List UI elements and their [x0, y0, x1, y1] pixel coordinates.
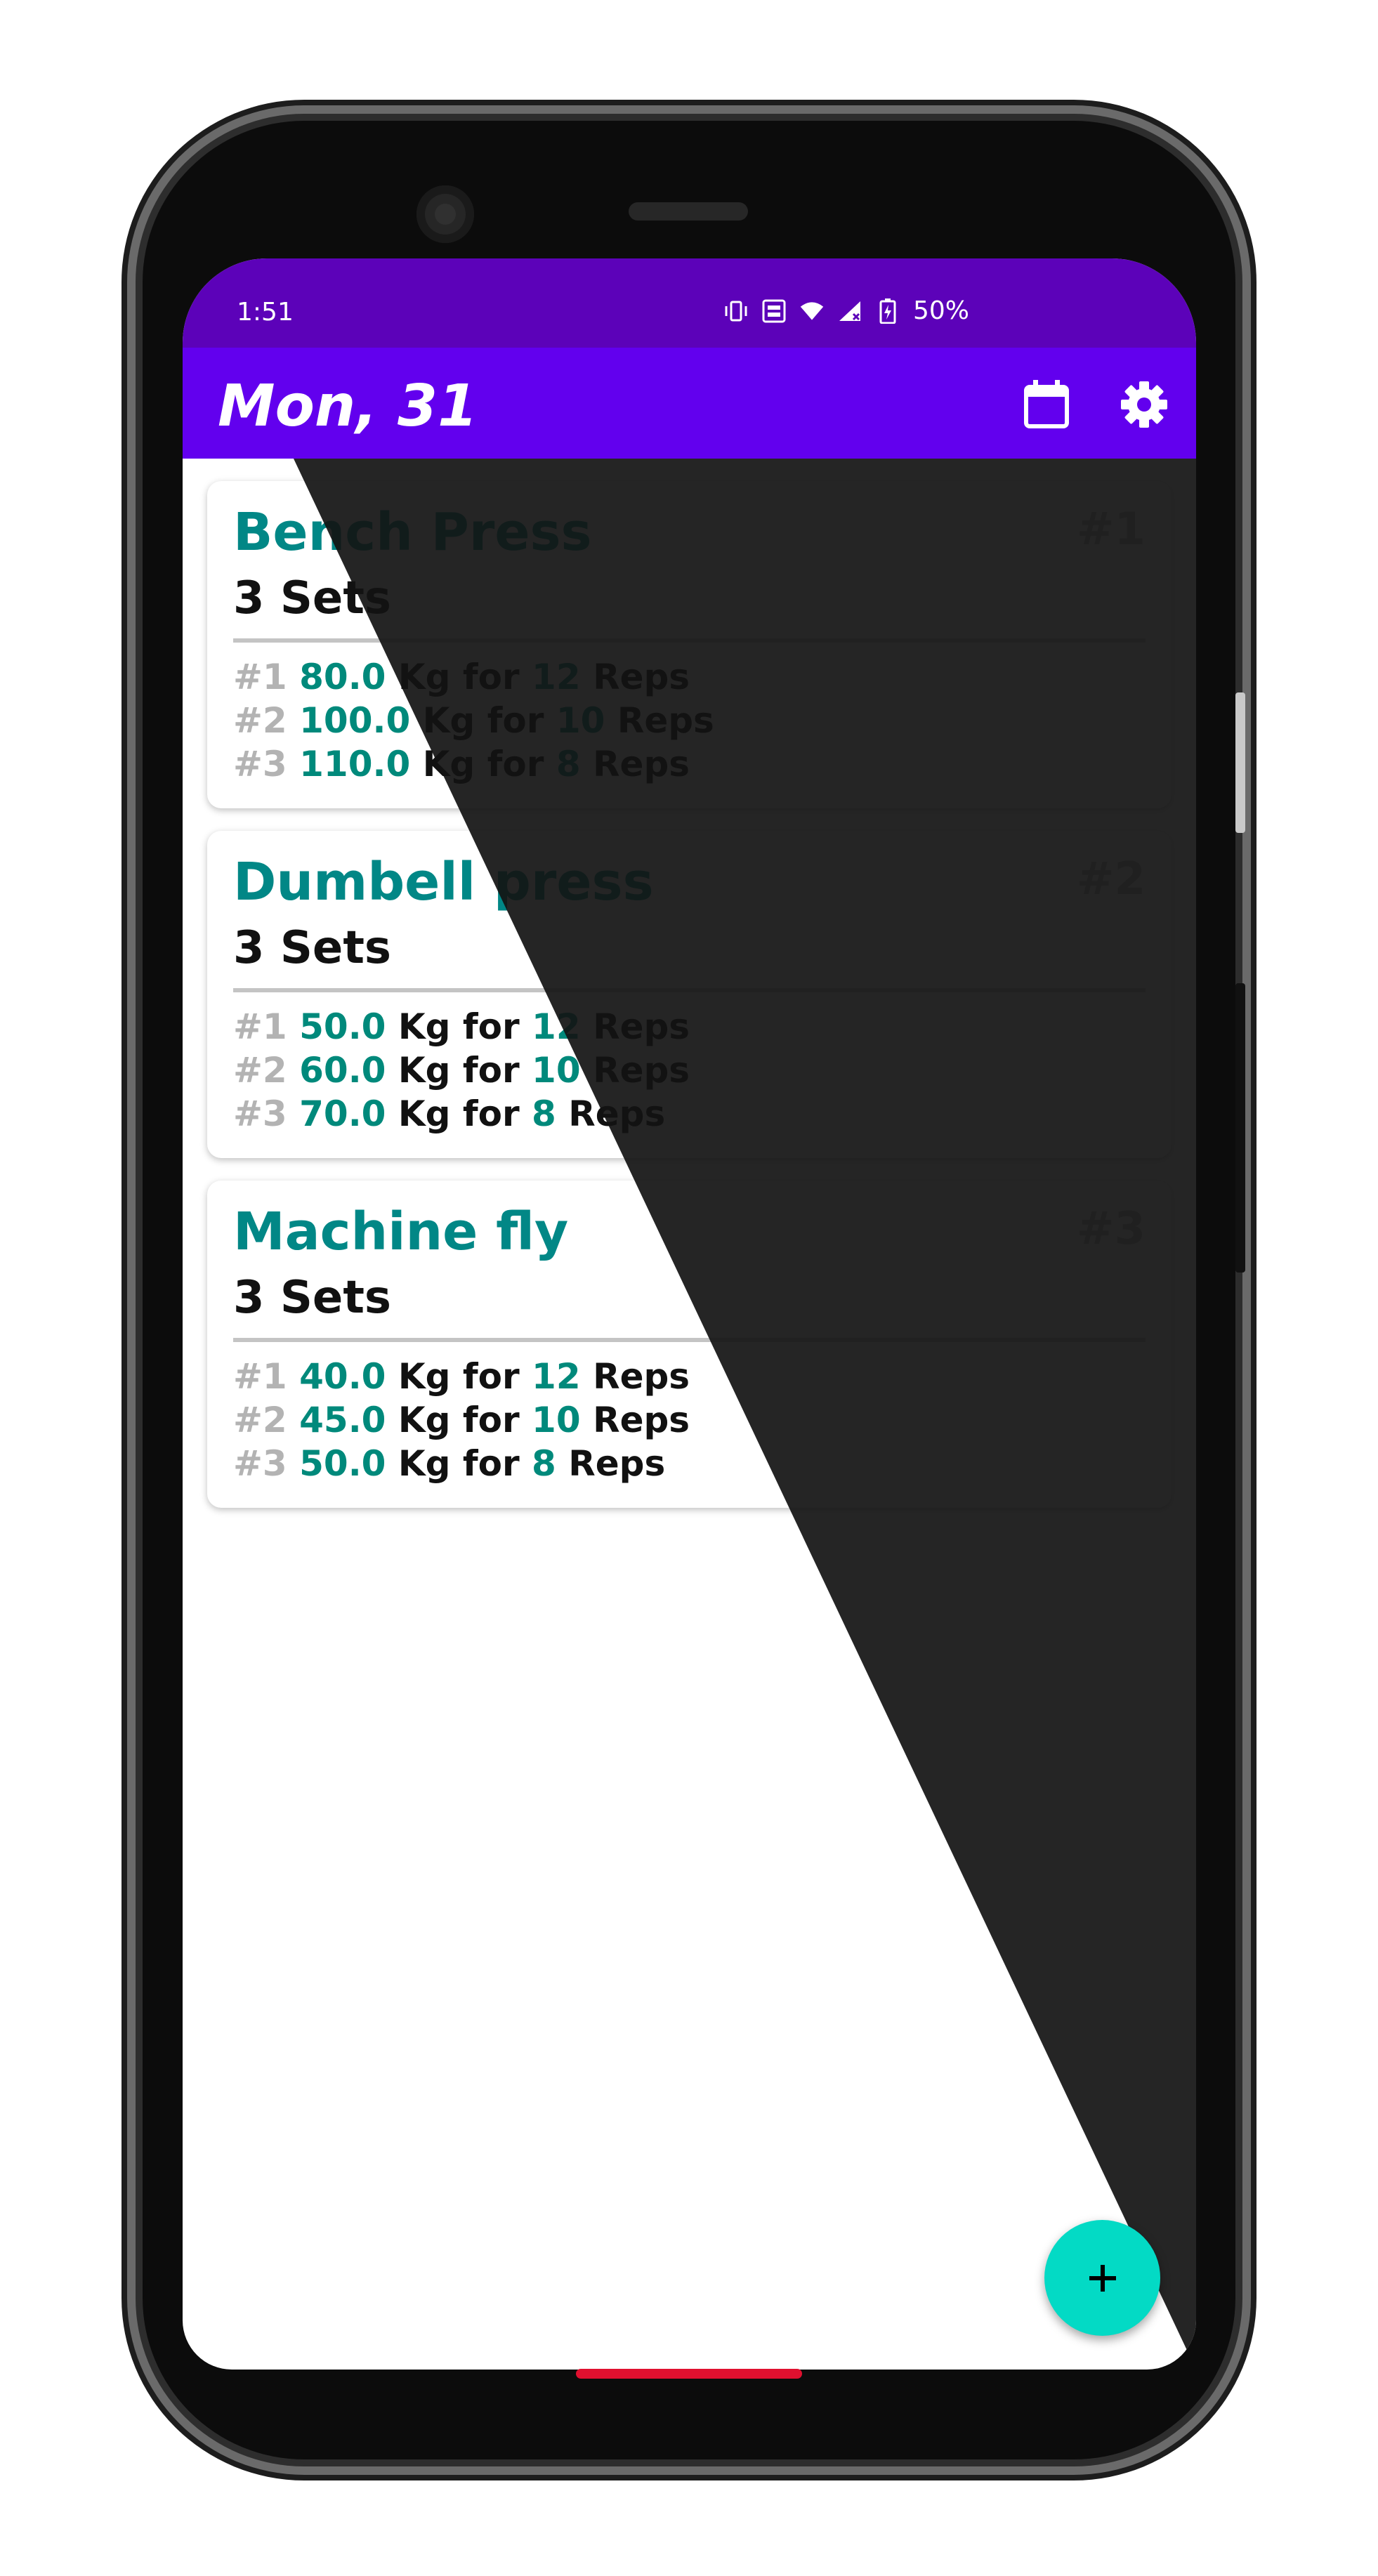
front-camera-icon	[416, 185, 474, 243]
divider	[233, 1338, 1146, 1342]
power-button	[1235, 692, 1245, 833]
set-row: #1 80.0 Kg for 12 Reps	[233, 657, 690, 697]
calendar-button[interactable]	[1021, 379, 1072, 431]
signal-icon	[837, 298, 862, 324]
plus-icon	[1089, 2264, 1116, 2292]
exercise-card[interactable]: Machine fly #3 3 Sets #1 40.0 Kg for 12 …	[207, 1181, 1172, 1508]
home-indicator[interactable]	[576, 2369, 802, 2379]
volte-icon	[761, 298, 787, 324]
set-list: #1 50.0 Kg for 12 Reps #2 60.0 Kg for 10…	[233, 1005, 690, 1136]
exercise-card[interactable]: Bench Press #1 3 Sets #1 80.0 Kg for 12 …	[207, 481, 1172, 808]
gear-icon	[1121, 381, 1167, 428]
sets-count: 3 Sets	[233, 922, 391, 974]
divider	[233, 988, 1146, 992]
set-list: #1 40.0 Kg for 12 Reps #2 45.0 Kg for 10…	[233, 1355, 690, 1485]
sets-count: 3 Sets	[233, 572, 391, 624]
status-icons: 50%	[723, 296, 969, 325]
set-row: #1 50.0 Kg for 12 Reps	[233, 1006, 690, 1047]
exercise-name: Machine fly	[233, 1202, 569, 1262]
battery-icon	[875, 298, 900, 324]
set-row: #3 50.0 Kg for 8 Reps	[233, 1443, 666, 1484]
settings-button[interactable]	[1120, 380, 1169, 429]
set-row: #3 70.0 Kg for 8 Reps	[233, 1093, 666, 1134]
set-row: #1 40.0 Kg for 12 Reps	[233, 1356, 690, 1397]
calendar-icon	[1024, 380, 1069, 428]
page-title: Mon, 31	[218, 373, 478, 440]
exercise-index: #3	[1076, 1203, 1146, 1255]
add-exercise-button[interactable]	[1044, 2220, 1160, 2336]
exercise-index: #1	[1076, 504, 1146, 556]
wifi-icon	[799, 298, 825, 324]
exercise-name: Bench Press	[233, 502, 592, 563]
battery-percent: 50%	[913, 296, 970, 325]
set-row: #2 60.0 Kg for 10 Reps	[233, 1050, 690, 1091]
volume-button	[1235, 983, 1245, 1273]
set-row: #2 100.0 Kg for 10 Reps	[233, 700, 714, 741]
app-bar: Mon, 31	[183, 348, 1196, 459]
earpiece-speaker	[629, 202, 748, 221]
status-time: 1:51	[237, 298, 294, 327]
set-row: #3 110.0 Kg for 8 Reps	[233, 744, 690, 784]
vibrate-icon	[723, 298, 749, 324]
set-row: #2 45.0 Kg for 10 Reps	[233, 1400, 690, 1440]
set-list: #1 80.0 Kg for 12 Reps #2 100.0 Kg for 1…	[233, 655, 714, 786]
divider	[233, 638, 1146, 643]
exercise-card[interactable]: Dumbell press #2 3 Sets #1 50.0 Kg for 1…	[207, 831, 1172, 1158]
status-bar: 1:51 50%	[183, 258, 1196, 348]
exercise-index: #2	[1076, 853, 1146, 905]
app-screen: 1:51 50% Mon, 31 Bench Press #1 3 Sets #…	[183, 258, 1196, 2370]
sets-count: 3 Sets	[233, 1272, 391, 1324]
exercise-name: Dumbell press	[233, 852, 654, 912]
